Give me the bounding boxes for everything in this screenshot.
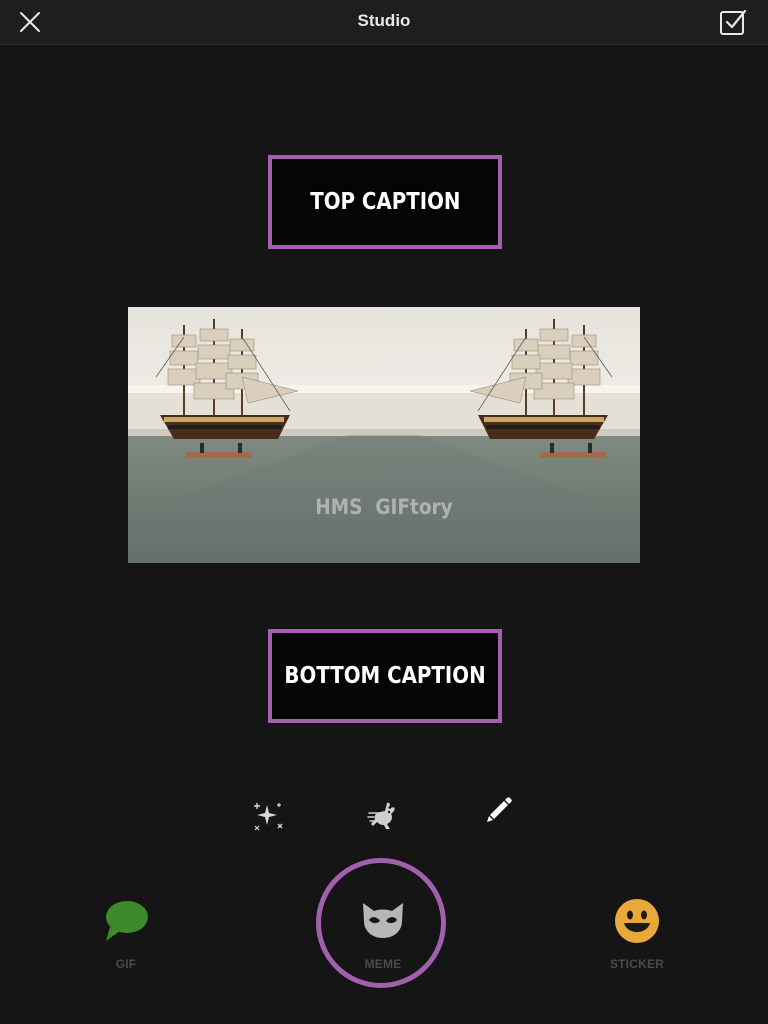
gif-preview[interactable]: HMS GIFtory: [128, 307, 640, 563]
studio-screen: Studio TOP CAPTION HMS GIFtory BOTTOM CA…: [0, 0, 768, 1024]
top-caption-field[interactable]: TOP CAPTION: [268, 155, 502, 249]
page-title: Studio: [357, 11, 411, 30]
bottom-caption-text: BOTTOM CAPTION: [284, 663, 486, 689]
tab-gif-icon-wrap: [71, 896, 181, 946]
sparkles-icon: [254, 803, 283, 831]
effects-button[interactable]: [248, 796, 288, 836]
tab-gif-label: GIF: [115, 957, 137, 971]
tab-sticker-label: STICKER: [609, 957, 665, 971]
watermark-text: HMS GIFtory: [315, 495, 453, 519]
tab-sticker[interactable]: STICKER: [582, 890, 692, 980]
mirrored-ship-image: [128, 307, 640, 563]
tab-gif[interactable]: GIF: [71, 890, 181, 980]
done-button[interactable]: [717, 6, 749, 38]
smiley-icon: [615, 899, 659, 943]
tab-meme-label: MEME: [364, 957, 402, 971]
cat-mask-icon: [363, 903, 403, 938]
running-rabbit-icon: [367, 802, 395, 829]
bottom-caption-field[interactable]: BOTTOM CAPTION: [268, 629, 502, 723]
pencil-icon: [487, 797, 512, 822]
nav-bar: Studio: [0, 0, 768, 45]
top-caption-text: TOP CAPTION: [309, 189, 461, 215]
tab-meme-icon-wrap: [328, 896, 438, 946]
tab-meme[interactable]: MEME: [328, 890, 438, 980]
checkbox-checked-icon: [720, 9, 747, 35]
speed-button[interactable]: [364, 796, 404, 836]
draw-button[interactable]: [479, 790, 519, 830]
speech-bubble-icon: [106, 901, 148, 941]
tab-sticker-icon-wrap: [582, 896, 692, 946]
